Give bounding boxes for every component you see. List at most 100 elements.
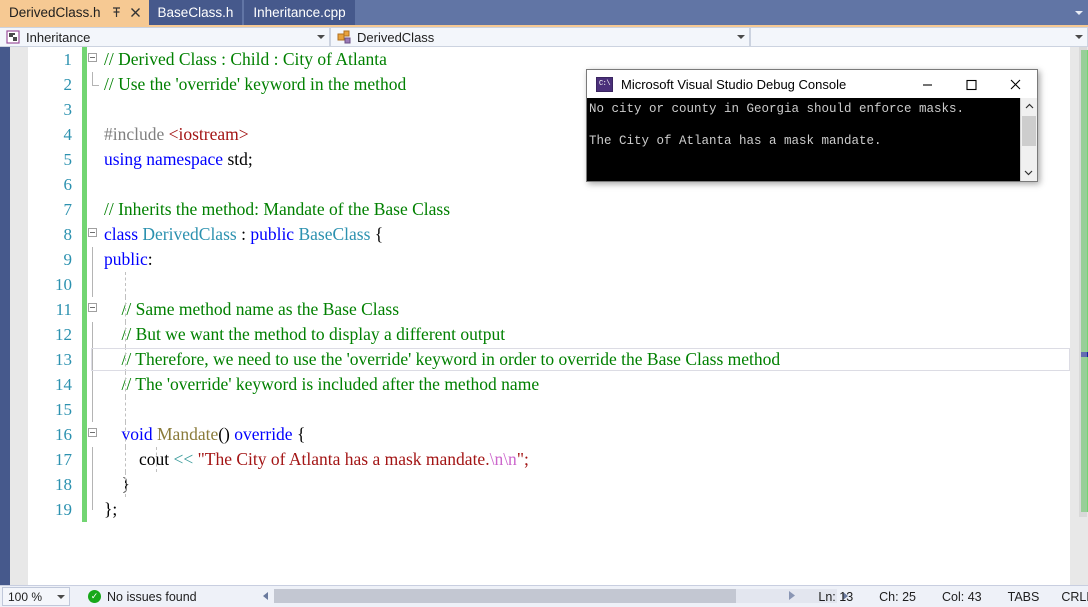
line-number: 11 bbox=[55, 299, 72, 319]
editor-vertical-scrollbar[interactable] bbox=[1070, 47, 1088, 585]
issues-label: No issues found bbox=[107, 589, 197, 604]
code-line[interactable]: 9 public: bbox=[28, 247, 1070, 272]
hscroll-thumb[interactable] bbox=[274, 589, 736, 603]
code-line-text[interactable]: // But we want the method to display a d… bbox=[100, 322, 1070, 347]
code-token: DerivedClass bbox=[142, 224, 237, 244]
fold-margin[interactable] bbox=[87, 472, 100, 497]
close-icon[interactable] bbox=[126, 3, 145, 23]
code-line[interactable]: 14 // The 'override' keyword is included… bbox=[28, 372, 1070, 397]
editor-gutter-background bbox=[10, 47, 28, 585]
code-line-text[interactable]: // The 'override' keyword is included af… bbox=[100, 372, 1070, 397]
hscroll-track[interactable] bbox=[274, 589, 837, 603]
code-line[interactable]: 16 void Mandate() override { bbox=[28, 422, 1070, 447]
line-number: 15 bbox=[55, 399, 72, 419]
code-token: cout bbox=[104, 449, 174, 469]
fold-margin[interactable] bbox=[87, 47, 100, 72]
fold-margin[interactable] bbox=[87, 222, 100, 247]
code-line[interactable]: 17 cout << "The City of Atlanta has a ma… bbox=[28, 447, 1070, 472]
tab-inheritance-cpp[interactable]: Inheritance.cpp bbox=[244, 0, 355, 25]
code-line-text[interactable]: cout << "The City of Atlanta has a mask … bbox=[100, 447, 1070, 472]
fold-margin[interactable] bbox=[87, 97, 100, 122]
code-line-text[interactable]: void Mandate() override { bbox=[100, 422, 1070, 447]
navigation-bar: Inheritance DerivedClass bbox=[0, 25, 1088, 47]
debug-console-window[interactable]: C:\ Microsoft Visual Studio Debug Consol… bbox=[586, 69, 1038, 182]
code-line[interactable]: 7 // Inherits the method: Mandate of the … bbox=[28, 197, 1070, 222]
fold-margin[interactable] bbox=[87, 147, 100, 172]
arrow-left-icon[interactable] bbox=[258, 588, 274, 604]
zoom-level-dropdown[interactable]: 100 % bbox=[2, 587, 70, 606]
code-line[interactable]: 8 class DerivedClass : public BaseClass { bbox=[28, 222, 1070, 247]
console-output-text: No city or county in Georgia should enfo… bbox=[589, 102, 965, 148]
fold-margin[interactable] bbox=[87, 322, 100, 347]
scrollbar-thumb[interactable] bbox=[1079, 47, 1087, 517]
close-icon[interactable] bbox=[993, 71, 1037, 98]
maximize-button[interactable] bbox=[949, 71, 993, 98]
code-line-text[interactable]: // Inherits the method: Mandate of the B… bbox=[100, 197, 1070, 222]
code-line-text[interactable]: } bbox=[100, 472, 1070, 497]
editor-horizontal-scrollbar[interactable] bbox=[258, 588, 853, 604]
fold-collapse-icon[interactable] bbox=[88, 53, 97, 62]
code-token: BaseClass bbox=[298, 224, 371, 244]
code-line[interactable]: 15 bbox=[28, 397, 1070, 422]
fold-margin[interactable] bbox=[87, 347, 100, 372]
tab-derivedclass-h[interactable]: DerivedClass.h bbox=[0, 0, 149, 25]
console-scrollbar[interactable] bbox=[1020, 98, 1037, 181]
chevron-down-icon[interactable] bbox=[313, 27, 329, 47]
code-line-text[interactable]: }; bbox=[100, 497, 1070, 522]
pin-icon[interactable] bbox=[108, 3, 125, 23]
line-number: 19 bbox=[55, 499, 72, 519]
code-line-text[interactable]: // Same method name as the Base Class bbox=[100, 297, 1070, 322]
code-token: // Inherits the method: Mandate of the B… bbox=[104, 199, 451, 219]
fold-margin[interactable] bbox=[87, 272, 100, 297]
code-line[interactable]: 13 // Therefore, we need to use the 'ove… bbox=[28, 347, 1070, 372]
line-number: 9 bbox=[63, 249, 73, 269]
fold-margin[interactable] bbox=[87, 397, 100, 422]
tab-baseclass-h[interactable]: BaseClass.h bbox=[148, 0, 243, 25]
fold-collapse-icon[interactable] bbox=[88, 303, 97, 312]
class-member-icon bbox=[335, 29, 353, 45]
fold-margin[interactable] bbox=[87, 247, 100, 272]
member-scope-dropdown[interactable]: DerivedClass bbox=[330, 27, 750, 47]
code-line[interactable]: 10 bbox=[28, 272, 1070, 297]
code-line-text[interactable]: public: bbox=[100, 247, 1070, 272]
fold-margin[interactable] bbox=[87, 447, 100, 472]
tab-strip-spacer bbox=[356, 0, 1070, 25]
fold-collapse-icon[interactable] bbox=[88, 228, 97, 237]
fold-margin[interactable] bbox=[87, 422, 100, 447]
fold-margin[interactable] bbox=[87, 497, 100, 522]
arrow-right-icon[interactable] bbox=[787, 590, 796, 604]
indent-guide bbox=[125, 297, 126, 322]
chevron-down-icon[interactable] bbox=[1021, 164, 1036, 181]
fold-margin[interactable] bbox=[87, 297, 100, 322]
tab-overflow-chevron-down-icon[interactable] bbox=[1070, 0, 1088, 25]
code-line-text[interactable]: class DerivedClass : public BaseClass { bbox=[100, 222, 1070, 247]
line-number: 3 bbox=[63, 99, 73, 119]
fold-margin[interactable] bbox=[87, 172, 100, 197]
console-title-bar[interactable]: C:\ Microsoft Visual Studio Debug Consol… bbox=[587, 70, 1037, 98]
chevron-down-icon[interactable] bbox=[53, 587, 69, 607]
line-number: 16 bbox=[55, 424, 72, 444]
console-scrollbar-thumb[interactable] bbox=[1022, 116, 1036, 146]
project-scope-dropdown[interactable]: Inheritance bbox=[0, 27, 330, 47]
minimize-button[interactable] bbox=[905, 71, 949, 98]
fold-margin[interactable] bbox=[87, 197, 100, 222]
code-line[interactable]: 12 // But we want the method to display … bbox=[28, 322, 1070, 347]
code-line[interactable]: 11 // Same method name as the Base Class bbox=[28, 297, 1070, 322]
chevron-down-icon[interactable] bbox=[1071, 27, 1087, 47]
line-number: 18 bbox=[55, 474, 72, 494]
code-line[interactable]: 18 } bbox=[28, 472, 1070, 497]
indent-guide bbox=[125, 472, 126, 497]
code-line[interactable]: 19}; bbox=[28, 497, 1070, 522]
extra-scope-dropdown[interactable] bbox=[750, 27, 1088, 47]
code-token: // But we want the method to display a d… bbox=[104, 324, 506, 344]
chevron-up-icon[interactable] bbox=[1021, 98, 1037, 115]
indent-guide bbox=[125, 272, 126, 297]
issues-indicator[interactable]: ✓ No issues found bbox=[88, 590, 197, 604]
line-number: 17 bbox=[55, 449, 72, 469]
chevron-down-icon[interactable] bbox=[733, 27, 749, 47]
fold-margin[interactable] bbox=[87, 72, 100, 97]
fold-margin[interactable] bbox=[87, 122, 100, 147]
code-line-text[interactable]: // Therefore, we need to use the 'overri… bbox=[100, 347, 1070, 372]
fold-margin[interactable] bbox=[87, 372, 100, 397]
fold-collapse-icon[interactable] bbox=[88, 428, 97, 437]
